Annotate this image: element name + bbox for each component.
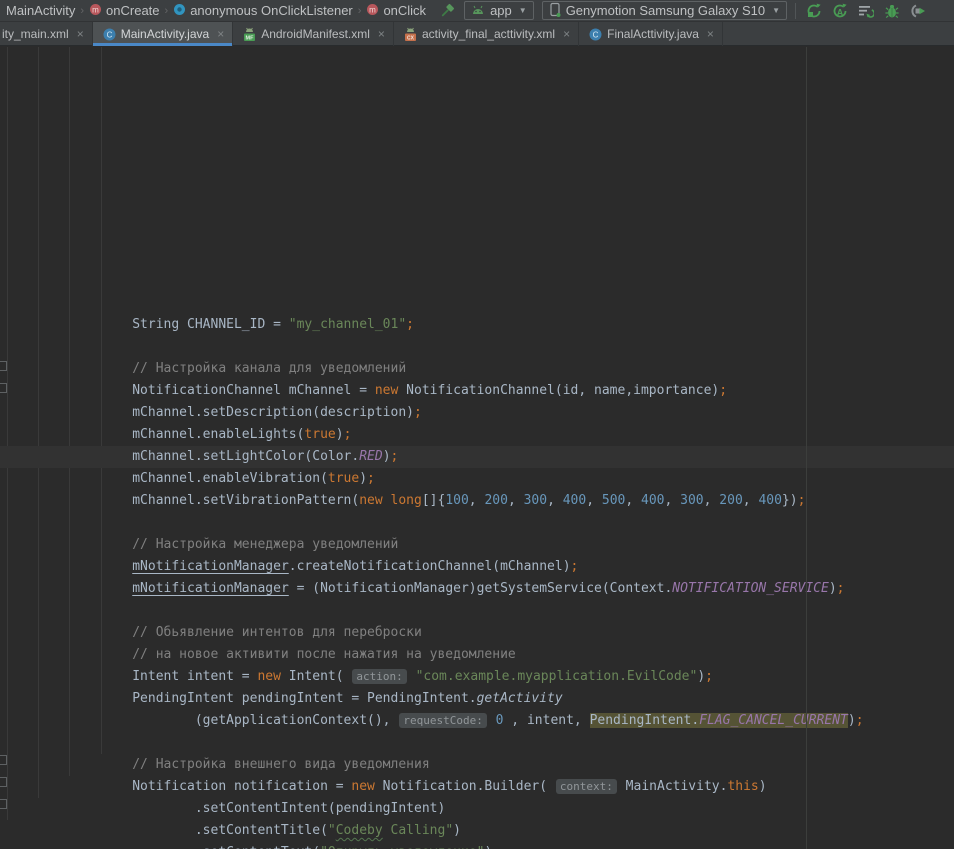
method-icon: m [89,3,102,19]
java-class-icon: C [589,28,602,41]
breadcrumb-label: onClick [383,3,426,18]
code-line[interactable]: PendingIntent pendingIntent = PendingInt… [0,688,954,710]
code-line[interactable]: Notification notification = new Notifica… [0,776,954,798]
editor[interactable]: String CHANNEL_ID = "my_channel_01"; // … [0,47,954,849]
svg-text:C: C [593,30,599,39]
breadcrumb: MainActivity›monCreate›anonymous OnClick… [0,0,428,22]
svg-text:m: m [92,5,99,14]
anon-class-icon [173,3,186,19]
right-margin-line [806,47,807,849]
code-line[interactable]: mChannel.setLightColor(Color.RED); [0,446,954,468]
fold-marker[interactable] [0,799,7,809]
code-line[interactable]: mNotificationManager.createNotificationC… [0,556,954,578]
code-line[interactable]: // на новое активити после нажатия на ув… [0,644,954,666]
apply-changes-icon[interactable] [806,3,822,19]
code-line[interactable]: // Настройка канала для уведомлений [0,358,954,380]
java-class-icon: C [103,28,116,41]
tab-label: FinalActtivity.java [607,27,699,41]
code-line[interactable]: .setContentText("Открыть уведомление") [0,842,954,849]
breadcrumb-item[interactable]: m onClick [364,3,428,19]
close-icon[interactable]: × [563,28,570,40]
tab-label: MainActivity.java [121,27,209,41]
toolbar-actions: A [806,3,926,19]
method-icon: m [366,3,379,19]
run-config-select[interactable]: app ▼ [464,1,534,20]
code-line[interactable]: mChannel.setVibrationPattern(new long[]{… [0,490,954,512]
fold-marker[interactable] [0,755,7,765]
attach-debugger-icon[interactable] [910,3,926,19]
code-line[interactable] [0,512,954,534]
chevron-down-icon: ▼ [772,6,780,15]
close-icon[interactable]: × [217,28,224,40]
tab-AndroidManifest.xml[interactable]: MF AndroidManifest.xml × [233,22,394,46]
breadcrumb-label: onCreate [106,3,159,18]
svg-text:MF: MF [246,35,255,41]
tab-label: AndroidManifest.xml [261,27,370,41]
close-icon[interactable]: × [707,28,714,40]
android-icon [471,3,485,18]
code-line[interactable]: mChannel.setDescription(description); [0,402,954,424]
toolbar-separator [795,3,796,19]
code-line[interactable]: (getApplicationContext(), requestCode: 0… [0,710,954,732]
device-label: Genymotion Samsung Galaxy S10 [566,3,765,18]
svg-text:A: A [837,7,844,17]
tab-FinalActtivity.java[interactable]: C FinalActtivity.java × [579,22,723,46]
code-line[interactable]: // Обьявление интентов для переброски [0,622,954,644]
breadcrumb-separator: › [162,5,172,17]
breadcrumb-separator: › [77,5,87,17]
code-line[interactable] [0,600,954,622]
code-line[interactable]: .setContentIntent(pendingIntent) [0,798,954,820]
tab-activity_final_acttivity.xml[interactable]: CX activity_final_acttivity.xml × [394,22,579,46]
code-line[interactable] [0,336,954,358]
breadcrumb-label: MainActivity [6,3,75,18]
breadcrumb-item[interactable]: MainActivity [4,3,77,18]
apply-code-changes-icon[interactable]: A [832,3,848,19]
breadcrumb-item[interactable]: anonymous OnClickListener [171,3,355,19]
editor-tab-bar: ity_main.xml × C MainActivity.java × MF Androi… [0,22,954,46]
fold-marker[interactable] [0,383,7,393]
tab-label: ity_main.xml [2,27,69,41]
code-line[interactable]: mChannel.enableLights(true); [0,424,954,446]
code-line[interactable]: mNotificationManager = (NotificationMana… [0,578,954,600]
run-config-label: app [490,3,512,18]
code-area[interactable]: String CHANNEL_ID = "my_channel_01"; // … [0,314,954,849]
code-line[interactable]: // Настройка внешнего вида уведомления [0,754,954,776]
debug-icon[interactable] [884,3,900,19]
svg-text:m: m [370,5,377,14]
code-line[interactable] [0,732,954,754]
tab-MainActivity.java[interactable]: C MainActivity.java × [93,22,234,46]
code-line[interactable]: Intent intent = new Intent( action: "com… [0,666,954,688]
close-icon[interactable]: × [77,28,84,40]
chevron-down-icon: ▼ [519,6,527,15]
manifest-icon: MF [243,27,256,42]
device-select[interactable]: Genymotion Samsung Galaxy S10 ▼ [542,1,787,20]
close-icon[interactable]: × [378,28,385,40]
layout-xml-icon: CX [404,27,417,42]
code-line[interactable]: .setContentTitle("Codeby Calling") [0,820,954,842]
fold-marker[interactable] [0,361,7,371]
svg-text:C: C [106,30,112,39]
svg-text:CX: CX [407,35,415,41]
phone-icon [549,2,561,20]
build-hammer-icon[interactable] [438,2,456,20]
tab-label: activity_final_acttivity.xml [422,27,555,41]
main-toolbar: MainActivity›monCreate›anonymous OnClick… [0,0,954,22]
code-line[interactable]: String CHANNEL_ID = "my_channel_01"; [0,314,954,336]
run-tasks-icon[interactable] [858,3,874,19]
tab-ity_main.xml[interactable]: ity_main.xml × [0,22,93,46]
fold-marker[interactable] [0,777,7,787]
code-line[interactable]: mChannel.enableVibration(true); [0,468,954,490]
code-line[interactable]: NotificationChannel mChannel = new Notif… [0,380,954,402]
code-line[interactable]: // Настройка менеджера уведомлений [0,534,954,556]
breadcrumb-label: anonymous OnClickListener [190,3,353,18]
breadcrumb-separator: › [355,5,365,17]
breadcrumb-item[interactable]: m onCreate [87,3,161,19]
